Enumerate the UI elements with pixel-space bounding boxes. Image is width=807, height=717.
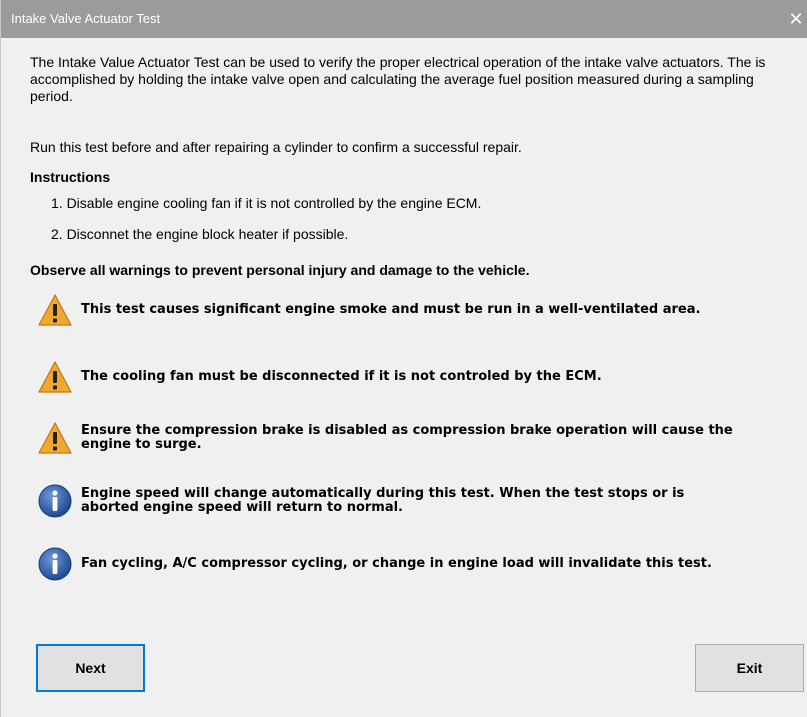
next-button[interactable]: Next <box>36 644 145 692</box>
exit-button[interactable]: Exit <box>695 644 804 692</box>
instructions-heading: Instructions <box>30 169 111 185</box>
notice-text: Fan cycling, A/C compressor cycling, or … <box>81 556 712 571</box>
warning-icon <box>38 422 72 454</box>
warning-notice: The cooling fan must be disconnected if … <box>37 359 741 395</box>
warning-notice: Ensure the compression brake is disabled… <box>37 420 741 456</box>
dialog-content: The Intake Value Actuator Test can be us… <box>1 38 807 717</box>
info-icon <box>38 547 72 581</box>
instruction-step: 2. Disconnet the engine block heater if … <box>51 226 349 242</box>
notice-text: This test causes significant engine smok… <box>81 302 701 317</box>
run-note: Run this test before and after repairing… <box>30 139 522 155</box>
observe-warnings-text: Observe all warnings to prevent personal… <box>30 262 530 278</box>
warning-notice: This test causes significant engine smok… <box>37 292 741 328</box>
window-title: Intake Valve Actuator Test <box>11 11 161 26</box>
close-icon[interactable]: ✕ <box>784 0 807 38</box>
intro-text: The Intake Value Actuator Test can be us… <box>30 54 766 104</box>
notice-text: Engine speed will change automatically d… <box>81 486 685 515</box>
notice-text: The cooling fan must be disconnected if … <box>81 369 602 384</box>
warning-icon <box>38 361 72 393</box>
title-bar[interactable]: Intake Valve Actuator Test ✕ <box>1 0 807 38</box>
instruction-step: 1. Disable engine cooling fan if it is n… <box>51 195 482 211</box>
info-notice: Engine speed will change automatically d… <box>37 483 741 519</box>
warning-icon <box>38 294 72 326</box>
notice-text: Ensure the compression brake is disabled… <box>81 423 733 452</box>
info-notice: Fan cycling, A/C compressor cycling, or … <box>37 546 741 582</box>
info-icon <box>38 484 72 518</box>
dialog-window: Intake Valve Actuator Test ✕ The Intake … <box>0 0 807 717</box>
